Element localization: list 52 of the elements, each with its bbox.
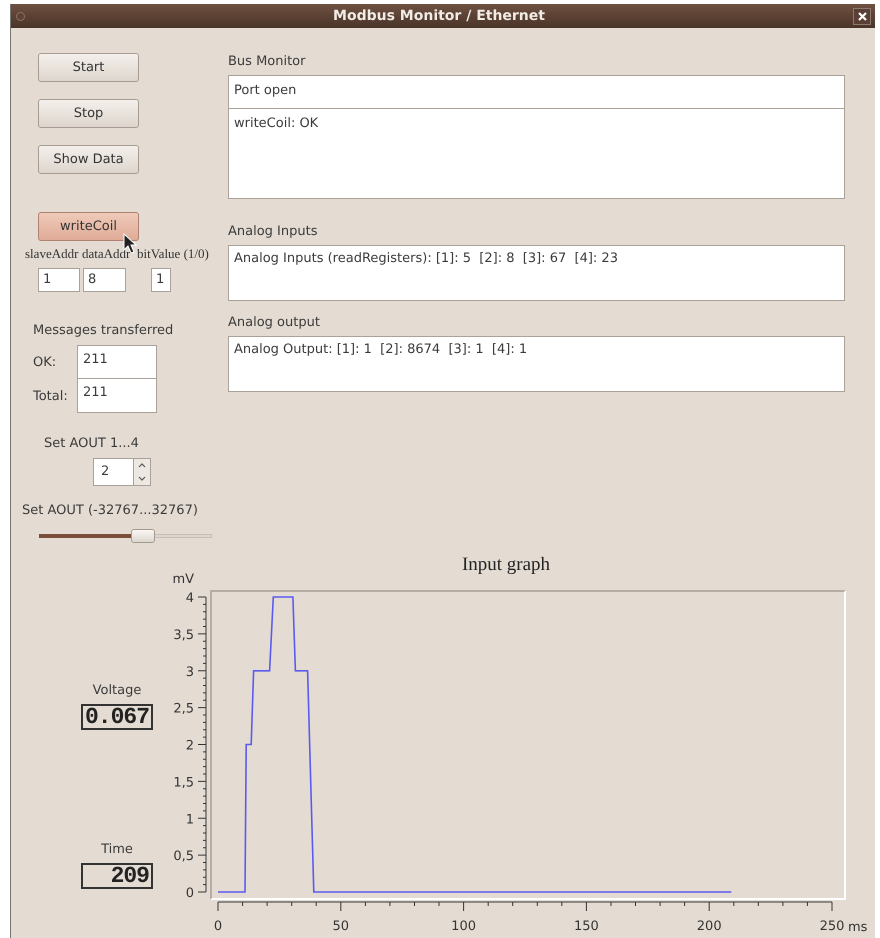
count-label: Total: bbox=[33, 388, 69, 406]
y-tick-label: 3,5 bbox=[173, 628, 194, 643]
lcd-display: 0.067 bbox=[81, 704, 153, 730]
x-tick-label: 200 bbox=[696, 919, 722, 934]
y-tick-label: 2 bbox=[186, 738, 194, 754]
window-title: Modbus Monitor / Ethernet bbox=[332, 8, 546, 24]
log-area: writeCoil: OK bbox=[228, 109, 845, 199]
section-label: Analog Inputs bbox=[228, 224, 318, 239]
chart-title: Input graph bbox=[462, 554, 550, 575]
write-coil-button[interactable]: writeCoil bbox=[38, 212, 139, 241]
y-axis-label: mV bbox=[172, 572, 194, 587]
y-tick-label: 1,5 bbox=[173, 775, 194, 790]
y-tick-label: 0 bbox=[186, 886, 194, 901]
x-axis-label: ms bbox=[848, 920, 868, 935]
count-field: 211 bbox=[77, 345, 157, 379]
y-tick-label: 0,5 bbox=[173, 849, 194, 864]
y-tick-label: 2,5 bbox=[173, 702, 194, 717]
x-tick-label: 100 bbox=[451, 919, 476, 934]
output-field: Port open bbox=[228, 75, 845, 109]
input-field[interactable]: 8 bbox=[83, 268, 126, 292]
slider-label: Set AOUT (-32767...32767) bbox=[22, 503, 199, 518]
x-tick-label: 150 bbox=[574, 919, 599, 934]
chevron-down-icon bbox=[138, 475, 146, 482]
action-button[interactable]: Start bbox=[38, 53, 139, 82]
field-label: slaveAddr bbox=[25, 246, 80, 262]
x-tick-label: 0 bbox=[214, 919, 222, 934]
output-field: Analog Inputs (readRegisters): [1]: 5 [2]: 8 [3]: 67 [4]: 23 bbox=[228, 245, 845, 301]
field-label: bitValue (1/0) bbox=[137, 246, 210, 262]
section-label: Bus Monitor bbox=[228, 54, 306, 69]
spin-label: Set AOUT 1...4 bbox=[44, 436, 140, 451]
action-button[interactable]: Stop bbox=[38, 99, 139, 128]
count-label: OK: bbox=[33, 354, 58, 372]
readout-label: Time bbox=[100, 842, 134, 857]
value-slider[interactable] bbox=[39, 529, 212, 543]
y-tick-label: 1 bbox=[186, 812, 194, 828]
action-button[interactable]: Show Data bbox=[38, 145, 139, 174]
readout-label: Voltage bbox=[92, 683, 142, 698]
field-label: dataAddr bbox=[82, 246, 132, 262]
y-tick-label: 3 bbox=[186, 664, 194, 680]
y-tick-label: 4 bbox=[186, 591, 194, 606]
x-tick-label: 50 bbox=[332, 919, 350, 934]
input-field[interactable]: 1 bbox=[38, 268, 80, 292]
lcd-display: 209 bbox=[81, 863, 153, 889]
close-button[interactable] bbox=[853, 8, 871, 24]
close-icon bbox=[858, 12, 866, 20]
count-field: 211 bbox=[77, 379, 157, 413]
input-field[interactable]: 1 bbox=[151, 268, 171, 292]
section-label: Messages transferred bbox=[33, 323, 174, 338]
chevron-up-icon bbox=[138, 462, 146, 469]
spin-field[interactable]: 2 bbox=[93, 458, 134, 486]
section-label: Analog output bbox=[228, 315, 321, 330]
x-tick-label: 250 bbox=[820, 919, 844, 934]
